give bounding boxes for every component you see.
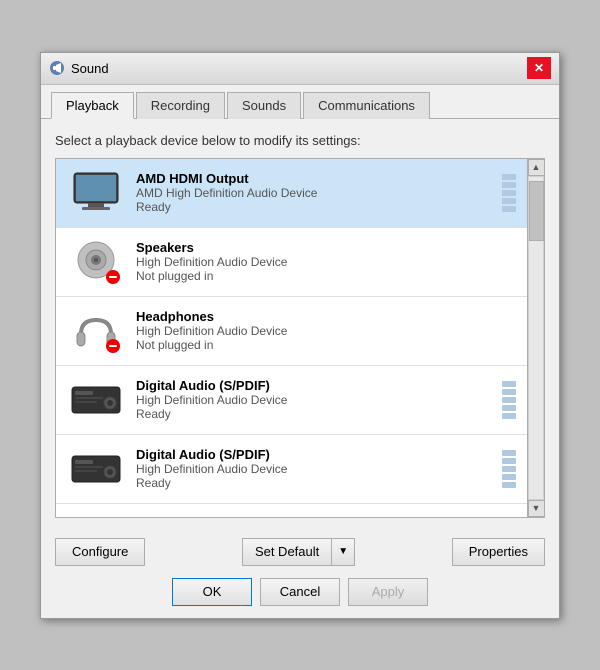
volume-bars-3 [501,381,517,419]
bottom-buttons-row1: Configure Set Default ▼ Properties [41,528,559,574]
tab-content: Select a playback device below to modify… [41,119,559,528]
device-item-1[interactable]: Speakers High Definition Audio Device No… [56,228,527,297]
volume-bars-4 [501,450,517,488]
device-status-2: Not plugged in [136,338,517,352]
properties-button[interactable]: Properties [452,538,545,566]
device-icon-wrap-3 [66,374,126,426]
device-status-1: Not plugged in [136,269,517,283]
device-driver-1: High Definition Audio Device [136,255,517,269]
set-default-button[interactable]: Set Default [242,538,332,566]
tab-sounds[interactable]: Sounds [227,92,301,119]
device-list-inner: AMD HDMI Output AMD High Definition Audi… [56,159,527,517]
device-name-2: Headphones [136,309,517,324]
volume-bar [502,389,516,395]
tab-description: Select a playback device below to modify… [55,133,545,148]
device-item-2[interactable]: Headphones High Definition Audio Device … [56,297,527,366]
volume-bar [502,190,516,196]
device-driver-2: High Definition Audio Device [136,324,517,338]
configure-button[interactable]: Configure [55,538,145,566]
device-info-3: Digital Audio (S/PDIF) High Definition A… [126,378,501,421]
device-icon-wrap-0 [66,167,126,219]
device-info-2: Headphones High Definition Audio Device … [126,309,517,352]
device-item-0[interactable]: AMD HDMI Output AMD High Definition Audi… [56,159,527,228]
device-info-0: AMD HDMI Output AMD High Definition Audi… [126,171,501,214]
volume-bar [502,466,516,472]
ok-button[interactable]: OK [172,578,252,606]
volume-bars-0 [501,174,517,212]
device-name-4: Digital Audio (S/PDIF) [136,447,501,462]
cancel-button[interactable]: Cancel [260,578,340,606]
tab-recording[interactable]: Recording [136,92,225,119]
sound-dialog: Sound ✕ Playback Recording Sounds Commun… [40,52,560,619]
volume-bar [502,182,516,188]
volume-bar [502,174,516,180]
monitor-icon [70,171,122,215]
volume-bar [502,381,516,387]
badge-red-1 [106,270,120,284]
volume-bar [502,405,516,411]
device-name-0: AMD HDMI Output [136,171,501,186]
device-status-4: Ready [136,476,501,490]
title-bar: Sound ✕ [41,53,559,85]
volume-bar [502,458,516,464]
volume-bar [502,198,516,204]
dialog-title: Sound [71,61,109,76]
tab-communications[interactable]: Communications [303,92,430,119]
device-icon-wrap-1 [66,236,126,288]
device-icon-wrap-4 [66,443,126,495]
digital-audio-icon-2 [70,452,122,486]
device-name-3: Digital Audio (S/PDIF) [136,378,501,393]
device-driver-0: AMD High Definition Audio Device [136,186,501,200]
volume-bar [502,413,516,419]
volume-bar [502,397,516,403]
volume-bar [502,482,516,488]
device-item-3[interactable]: Digital Audio (S/PDIF) High Definition A… [56,366,527,435]
scroll-track[interactable] [528,176,544,500]
device-driver-4: High Definition Audio Device [136,462,501,476]
badge-red-2 [106,339,120,353]
tab-playback[interactable]: Playback [51,92,134,119]
scroll-up-arrow[interactable]: ▲ [528,159,545,176]
ok-cancel-row: OK Cancel Apply [41,574,559,618]
device-icon-wrap-2 [66,305,126,357]
volume-bar [502,474,516,480]
set-default-group: Set Default ▼ [242,538,355,566]
digital-audio-icon-1 [70,383,122,417]
tab-bar: Playback Recording Sounds Communications [41,85,559,119]
device-name-1: Speakers [136,240,517,255]
device-status-0: Ready [136,200,501,214]
scroll-down-arrow[interactable]: ▼ [528,500,545,517]
device-info-4: Digital Audio (S/PDIF) High Definition A… [126,447,501,490]
device-list: AMD HDMI Output AMD High Definition Audi… [55,158,545,518]
scroll-thumb[interactable] [529,181,544,241]
device-status-3: Ready [136,407,501,421]
title-bar-left: Sound [49,60,109,76]
device-info-1: Speakers High Definition Audio Device No… [126,240,517,283]
close-button[interactable]: ✕ [527,57,551,79]
device-driver-3: High Definition Audio Device [136,393,501,407]
dialog-icon [49,60,65,76]
apply-button[interactable]: Apply [348,578,428,606]
scrollbar[interactable]: ▲ ▼ [527,159,544,517]
device-item-4[interactable]: Digital Audio (S/PDIF) High Definition A… [56,435,527,504]
volume-bar [502,450,516,456]
set-default-dropdown[interactable]: ▼ [332,538,355,566]
volume-bar [502,206,516,212]
